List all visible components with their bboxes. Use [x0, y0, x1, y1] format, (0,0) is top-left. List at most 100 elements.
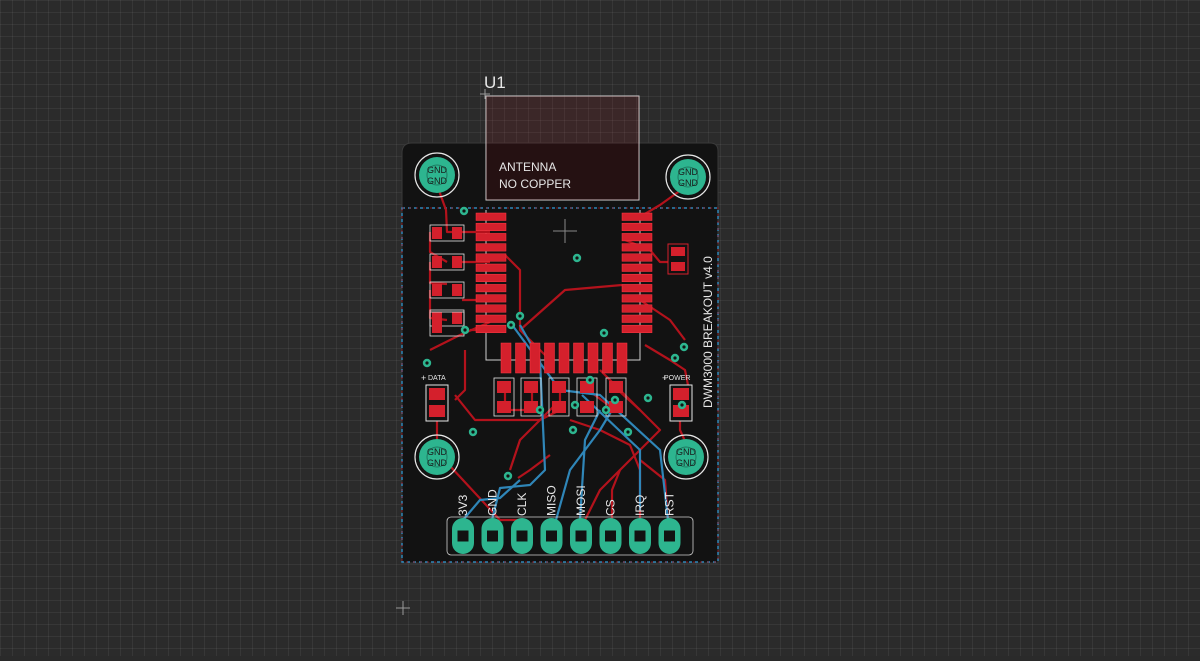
capacitor-right[interactable] — [667, 243, 689, 275]
via-drill — [462, 209, 466, 213]
module-pad[interactable] — [573, 342, 584, 374]
mounting-hole-label: GND — [427, 458, 448, 468]
header-pin-label: MOSI — [574, 485, 588, 516]
module-pad[interactable] — [515, 342, 526, 374]
via-drill — [613, 398, 617, 402]
smd-pad[interactable] — [432, 315, 442, 333]
module-pad[interactable] — [621, 212, 653, 221]
module-pad[interactable] — [616, 342, 628, 374]
module-pad[interactable] — [529, 342, 541, 374]
smd-pad[interactable] — [497, 401, 511, 413]
mounting-hole-label: GND — [676, 458, 697, 468]
smd-pad[interactable] — [552, 401, 566, 413]
module-pad[interactable] — [475, 294, 507, 303]
via-drill — [506, 474, 510, 478]
board-label: DWM3000 BREAKOUT v4.0 — [701, 256, 715, 408]
via-drill — [646, 396, 650, 400]
pcb-canvas[interactable]: U1 ANTENNA NO COPPER DATA + POWER + GND … — [0, 0, 1200, 656]
via-drill — [571, 428, 575, 432]
keepout-text-line1: ANTENNA — [499, 160, 556, 174]
mounting-hole-label: GND — [676, 447, 697, 457]
header-pin-cs[interactable] — [599, 518, 622, 554]
module-pad[interactable] — [500, 342, 512, 374]
header-pin-label: CLK — [515, 493, 529, 516]
mounting-hole[interactable]: GNDGND — [414, 434, 460, 480]
via-drill — [425, 361, 429, 365]
antenna-keepout: U1 ANTENNA NO COPPER — [480, 73, 640, 201]
module-pad[interactable] — [544, 342, 555, 374]
designator-label: U1 — [484, 73, 506, 92]
module-pad[interactable] — [621, 314, 653, 323]
module-pad[interactable] — [475, 243, 507, 252]
smd-pad[interactable] — [432, 227, 442, 239]
header-pin-3v3[interactable] — [452, 518, 474, 554]
module-pad[interactable] — [621, 253, 653, 262]
smd-pad[interactable] — [452, 284, 462, 296]
module-pad[interactable] — [621, 222, 653, 231]
via-drill — [626, 430, 630, 434]
mounting-hole-label: GND — [427, 176, 448, 186]
module-pad[interactable] — [621, 273, 653, 282]
via-drill — [463, 328, 467, 332]
module-pad[interactable] — [621, 304, 653, 313]
module-pad[interactable] — [621, 263, 653, 272]
module-pad[interactable] — [475, 212, 507, 221]
mounting-hole-label: GND — [427, 165, 448, 175]
module-pad[interactable] — [621, 324, 653, 333]
module-pad[interactable] — [621, 284, 653, 293]
via-drill — [604, 408, 608, 412]
via-drill — [518, 314, 522, 318]
mounting-hole-label: GND — [427, 447, 448, 457]
smd-pad[interactable] — [609, 381, 623, 393]
mounting-hole-label: GND — [678, 178, 699, 188]
module-pad[interactable] — [475, 263, 507, 272]
module-pad[interactable] — [475, 304, 507, 313]
smd-pad[interactable] — [524, 381, 538, 393]
module-pad[interactable] — [475, 314, 507, 323]
via-drill — [680, 403, 684, 407]
smd-pad[interactable] — [497, 381, 511, 393]
header-pin-label: MISO — [545, 485, 559, 516]
module-pad[interactable] — [558, 342, 570, 374]
svg-text:+: + — [662, 373, 667, 383]
smd-pad[interactable] — [524, 401, 538, 413]
mounting-hole[interactable]: GNDGND — [665, 154, 711, 200]
smd-pad[interactable] — [432, 256, 442, 268]
header-pin-clk[interactable] — [511, 518, 533, 554]
module-pad[interactable] — [621, 294, 653, 303]
module-pad[interactable] — [602, 342, 613, 374]
header-pin-rst[interactable] — [658, 518, 681, 554]
header-pin-gnd[interactable] — [481, 518, 504, 554]
module-pad[interactable] — [475, 233, 507, 242]
module-pad[interactable] — [621, 233, 653, 242]
mounting-hole[interactable]: GNDGND — [663, 434, 709, 480]
header-pin-label: 3V3 — [456, 494, 470, 516]
module-pads-bottom[interactable] — [500, 342, 628, 374]
module-pad[interactable] — [475, 253, 507, 262]
module-pad[interactable] — [475, 324, 507, 333]
via-drill — [588, 378, 592, 382]
header-pin-label: GND — [486, 489, 500, 516]
via-drill — [509, 323, 513, 327]
module-pad[interactable] — [621, 243, 653, 252]
smd-pad[interactable] — [452, 227, 462, 239]
module-pad[interactable] — [587, 342, 599, 374]
smd-pad[interactable] — [452, 256, 462, 268]
header-pin-irq[interactable] — [629, 518, 651, 554]
via-drill — [538, 408, 542, 412]
svg-text:+: + — [421, 373, 426, 383]
smd-pad[interactable] — [552, 381, 566, 393]
via-drill — [682, 345, 686, 349]
smd-pad[interactable] — [452, 312, 462, 324]
mounting-hole[interactable]: GNDGND — [414, 152, 460, 198]
module-pad[interactable] — [475, 222, 507, 231]
led-power-label: POWER — [664, 375, 690, 382]
module-pad[interactable] — [475, 284, 507, 293]
module-pad[interactable] — [475, 273, 507, 282]
header-pin-mosi[interactable] — [570, 518, 592, 554]
header-pin-miso[interactable] — [540, 518, 563, 554]
header-pin-label: RST — [663, 491, 677, 516]
smd-pad[interactable] — [580, 401, 594, 413]
smd-pad[interactable] — [432, 284, 442, 296]
via-drill — [575, 256, 579, 260]
